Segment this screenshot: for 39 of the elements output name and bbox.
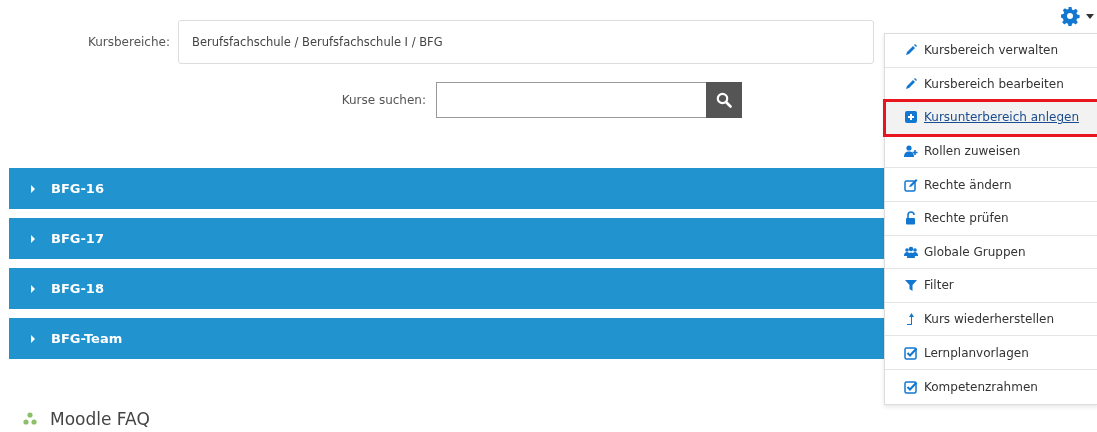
- menu-item[interactable]: Rollen zuweisen: [885, 134, 1097, 169]
- padlock-icon: [904, 211, 918, 226]
- plus-icon: [904, 110, 918, 125]
- search-button[interactable]: [706, 82, 742, 118]
- menu-item[interactable]: Filter: [885, 269, 1097, 303]
- menu-item[interactable]: Globale Gruppen: [885, 235, 1097, 270]
- filter-icon: [904, 278, 918, 293]
- checkbox-icon: [904, 345, 918, 360]
- pencil-icon: [904, 43, 918, 58]
- field-label: Kursbereiche:: [86, 35, 170, 49]
- group-icon: [904, 244, 918, 259]
- caret-icon: [30, 183, 36, 194]
- menu-item[interactable]: Lernplanvorlagen: [885, 336, 1097, 370]
- search-icon: [716, 92, 732, 108]
- caret-icon: [30, 283, 36, 294]
- caret-icon: [30, 233, 36, 244]
- category-name: BFG-17: [51, 231, 104, 246]
- menu-item[interactable]: Kurs wiederherstellen: [885, 302, 1097, 337]
- category-name: BFG-16: [51, 181, 104, 196]
- menu-item[interactable]: Kompetenzrahmen: [885, 369, 1097, 404]
- search-field[interactable]: [436, 82, 706, 118]
- pencil-icon: [904, 76, 918, 91]
- menu-item[interactable]: Kursbereich verwalten: [885, 34, 1097, 68]
- edit-icon: [904, 177, 918, 192]
- section-title: Moodle FAQ: [50, 409, 150, 429]
- settings-icon: [1060, 6, 1080, 26]
- add-user-icon: [904, 144, 918, 159]
- caret-icon: [1086, 13, 1094, 19]
- checkbox-icon: [904, 379, 918, 394]
- category-name: BFG-Team: [51, 331, 123, 346]
- settings-button[interactable]: [1060, 6, 1094, 26]
- field-label: Kurse suchen:: [340, 93, 426, 107]
- menu-item[interactable]: Kursunterbereich anlegen: [885, 101, 1097, 135]
- category-select[interactable]: Berufsfachschule / Berufsfachschule I / BFG: [178, 20, 874, 64]
- caret-icon: [30, 333, 36, 344]
- network-icon: [23, 412, 37, 426]
- category-name: BFG-18: [51, 281, 104, 296]
- menu-item[interactable]: Rechte prüfen: [885, 201, 1097, 236]
- menu-item[interactable]: Rechte ändern: [885, 168, 1097, 202]
